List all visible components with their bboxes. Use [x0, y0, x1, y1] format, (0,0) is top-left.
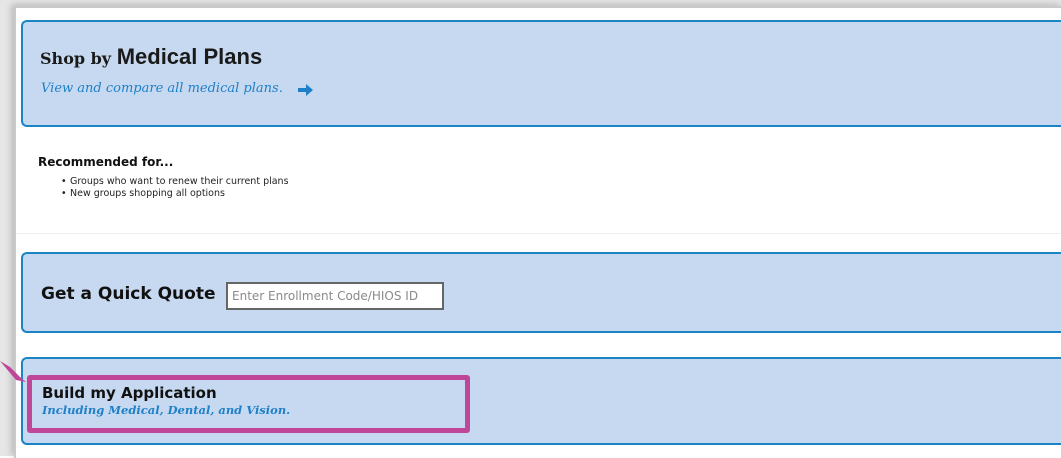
screenshot-frame: Shop by Medical Plans View and compare a… [0, 0, 1061, 458]
annotation-arrow-icon [0, 361, 26, 382]
bullet-icon: • [61, 188, 67, 199]
list-item: • Groups who want to renew their current… [61, 176, 289, 188]
section-divider [16, 233, 1061, 234]
view-compare-plans-link[interactable]: View and compare all medical plans. [41, 81, 283, 96]
enrollment-code-input[interactable] [226, 282, 444, 310]
highlight-annotation-box [27, 375, 470, 433]
quick-quote-label: Get a Quick Quote [41, 284, 216, 304]
recommended-heading: Recommended for... [38, 155, 174, 169]
shop-title-main: Medical Plans [116, 44, 263, 69]
shop-title: Shop by Medical Plans [40, 44, 262, 70]
recommended-list: • Groups who want to renew their current… [61, 176, 289, 200]
bullet-icon: • [61, 176, 67, 187]
shop-medical-plans-panel[interactable] [21, 20, 1061, 127]
list-item: • New groups shopping all options [61, 188, 289, 200]
list-item-text: New groups shopping all options [70, 188, 225, 199]
arrow-right-icon[interactable] [297, 83, 314, 97]
shop-title-prefix: Shop by [40, 49, 112, 68]
list-item-text: Groups who want to renew their current p… [70, 176, 289, 187]
